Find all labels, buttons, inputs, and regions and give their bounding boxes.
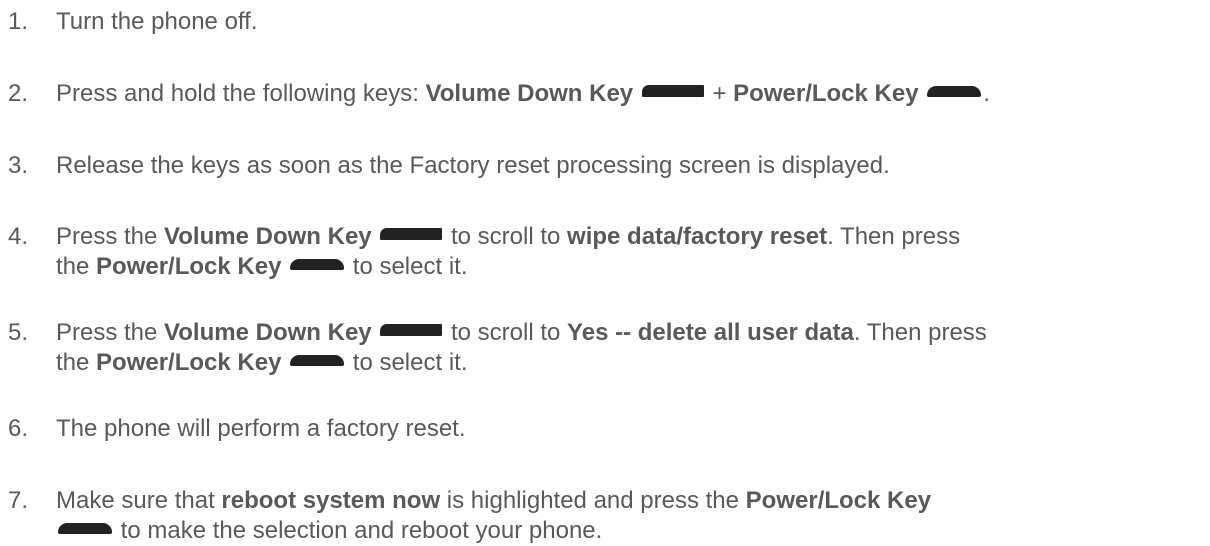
menu-option-reboot-system: reboot system now (221, 487, 441, 514)
step-text-plain: Press and hold the following keys: (56, 80, 426, 107)
step-number: 2. (8, 80, 29, 107)
step-text-plain: the (56, 253, 97, 280)
power-lock-key-icon (58, 523, 112, 534)
step-text-plain: to scroll to (444, 319, 568, 346)
step-text-plain: the (56, 349, 97, 376)
step-line-2: the Power/Lock Key to select it. (56, 348, 1206, 378)
step-text-plain: to scroll to (444, 223, 568, 250)
step-text: Press the Volume Down Key to scroll to Y… (56, 318, 1206, 378)
step-text-plain: to select it. (346, 253, 468, 280)
power-lock-key-label: Power/Lock Key (96, 253, 282, 280)
step-number: 1. (8, 8, 29, 35)
step-text-plain: Turn the phone off. (56, 8, 258, 35)
volume-down-key-label: Volume Down Key (164, 223, 372, 250)
volume-down-key-icon (641, 85, 704, 97)
step-text: Press and hold the following keys: Volum… (56, 79, 1206, 109)
menu-option-delete-user-data: Yes -- delete all user data (567, 319, 854, 346)
power-lock-key-label: Power/Lock Key (96, 349, 282, 376)
step-text-plain: is highlighted and press the (440, 487, 746, 514)
menu-option-wipe-data: wipe data/factory reset (567, 223, 828, 250)
volume-down-key-label: Volume Down Key (425, 80, 634, 107)
step-line-1: Press the Volume Down Key to scroll to Y… (56, 318, 1206, 348)
step-text-plain: to select it. (346, 349, 468, 376)
step-line-1: Press the Volume Down Key to scroll to w… (56, 222, 1206, 252)
step-text-plain: to make the selection and reboot your ph… (114, 517, 603, 544)
volume-down-key-label: Volume Down Key (164, 319, 372, 346)
step-number: 7. (8, 487, 29, 514)
step-text-plain: Press the (56, 223, 165, 250)
power-lock-key-label: Power/Lock Key (745, 487, 932, 514)
power-lock-key-icon (290, 355, 345, 366)
instruction-list: 1. Turn the phone off. 2. Press and hold… (0, 0, 1210, 546)
step-text-plain: . Then press (853, 319, 987, 346)
volume-down-key-icon (380, 228, 443, 240)
step-text-plain: Make sure that (56, 487, 222, 514)
step-text-plain: . Then press (827, 223, 961, 250)
step-text-plain: Press the (56, 319, 165, 346)
step-text-plain: The phone will perform a factory reset. (56, 415, 466, 442)
step-text-plain: . (983, 80, 990, 107)
step-number: 3. (8, 152, 29, 179)
step-text-plain: + (705, 80, 734, 107)
step-text-plain: Release the keys as soon as the Factory … (56, 152, 890, 179)
step-text: Press the Volume Down Key to scroll to w… (56, 222, 1206, 282)
power-lock-key-icon (927, 86, 982, 97)
power-lock-key-label: Power/Lock Key (733, 80, 919, 107)
step-text: Turn the phone off. (56, 7, 1206, 37)
power-lock-key-icon (290, 259, 345, 270)
step-line-2: to make the selection and reboot your ph… (56, 516, 1206, 546)
step-text: The phone will perform a factory reset. (56, 414, 1206, 444)
step-line-2: the Power/Lock Key to select it. (56, 252, 1206, 282)
step-text: Make sure that reboot system now is high… (56, 486, 1206, 546)
step-number: 5. (8, 319, 29, 346)
step-text: Release the keys as soon as the Factory … (56, 151, 1206, 181)
volume-down-key-icon (380, 324, 443, 336)
step-line-1: Make sure that reboot system now is high… (56, 486, 1206, 516)
step-number: 4. (8, 223, 29, 250)
step-number: 6. (8, 415, 29, 442)
